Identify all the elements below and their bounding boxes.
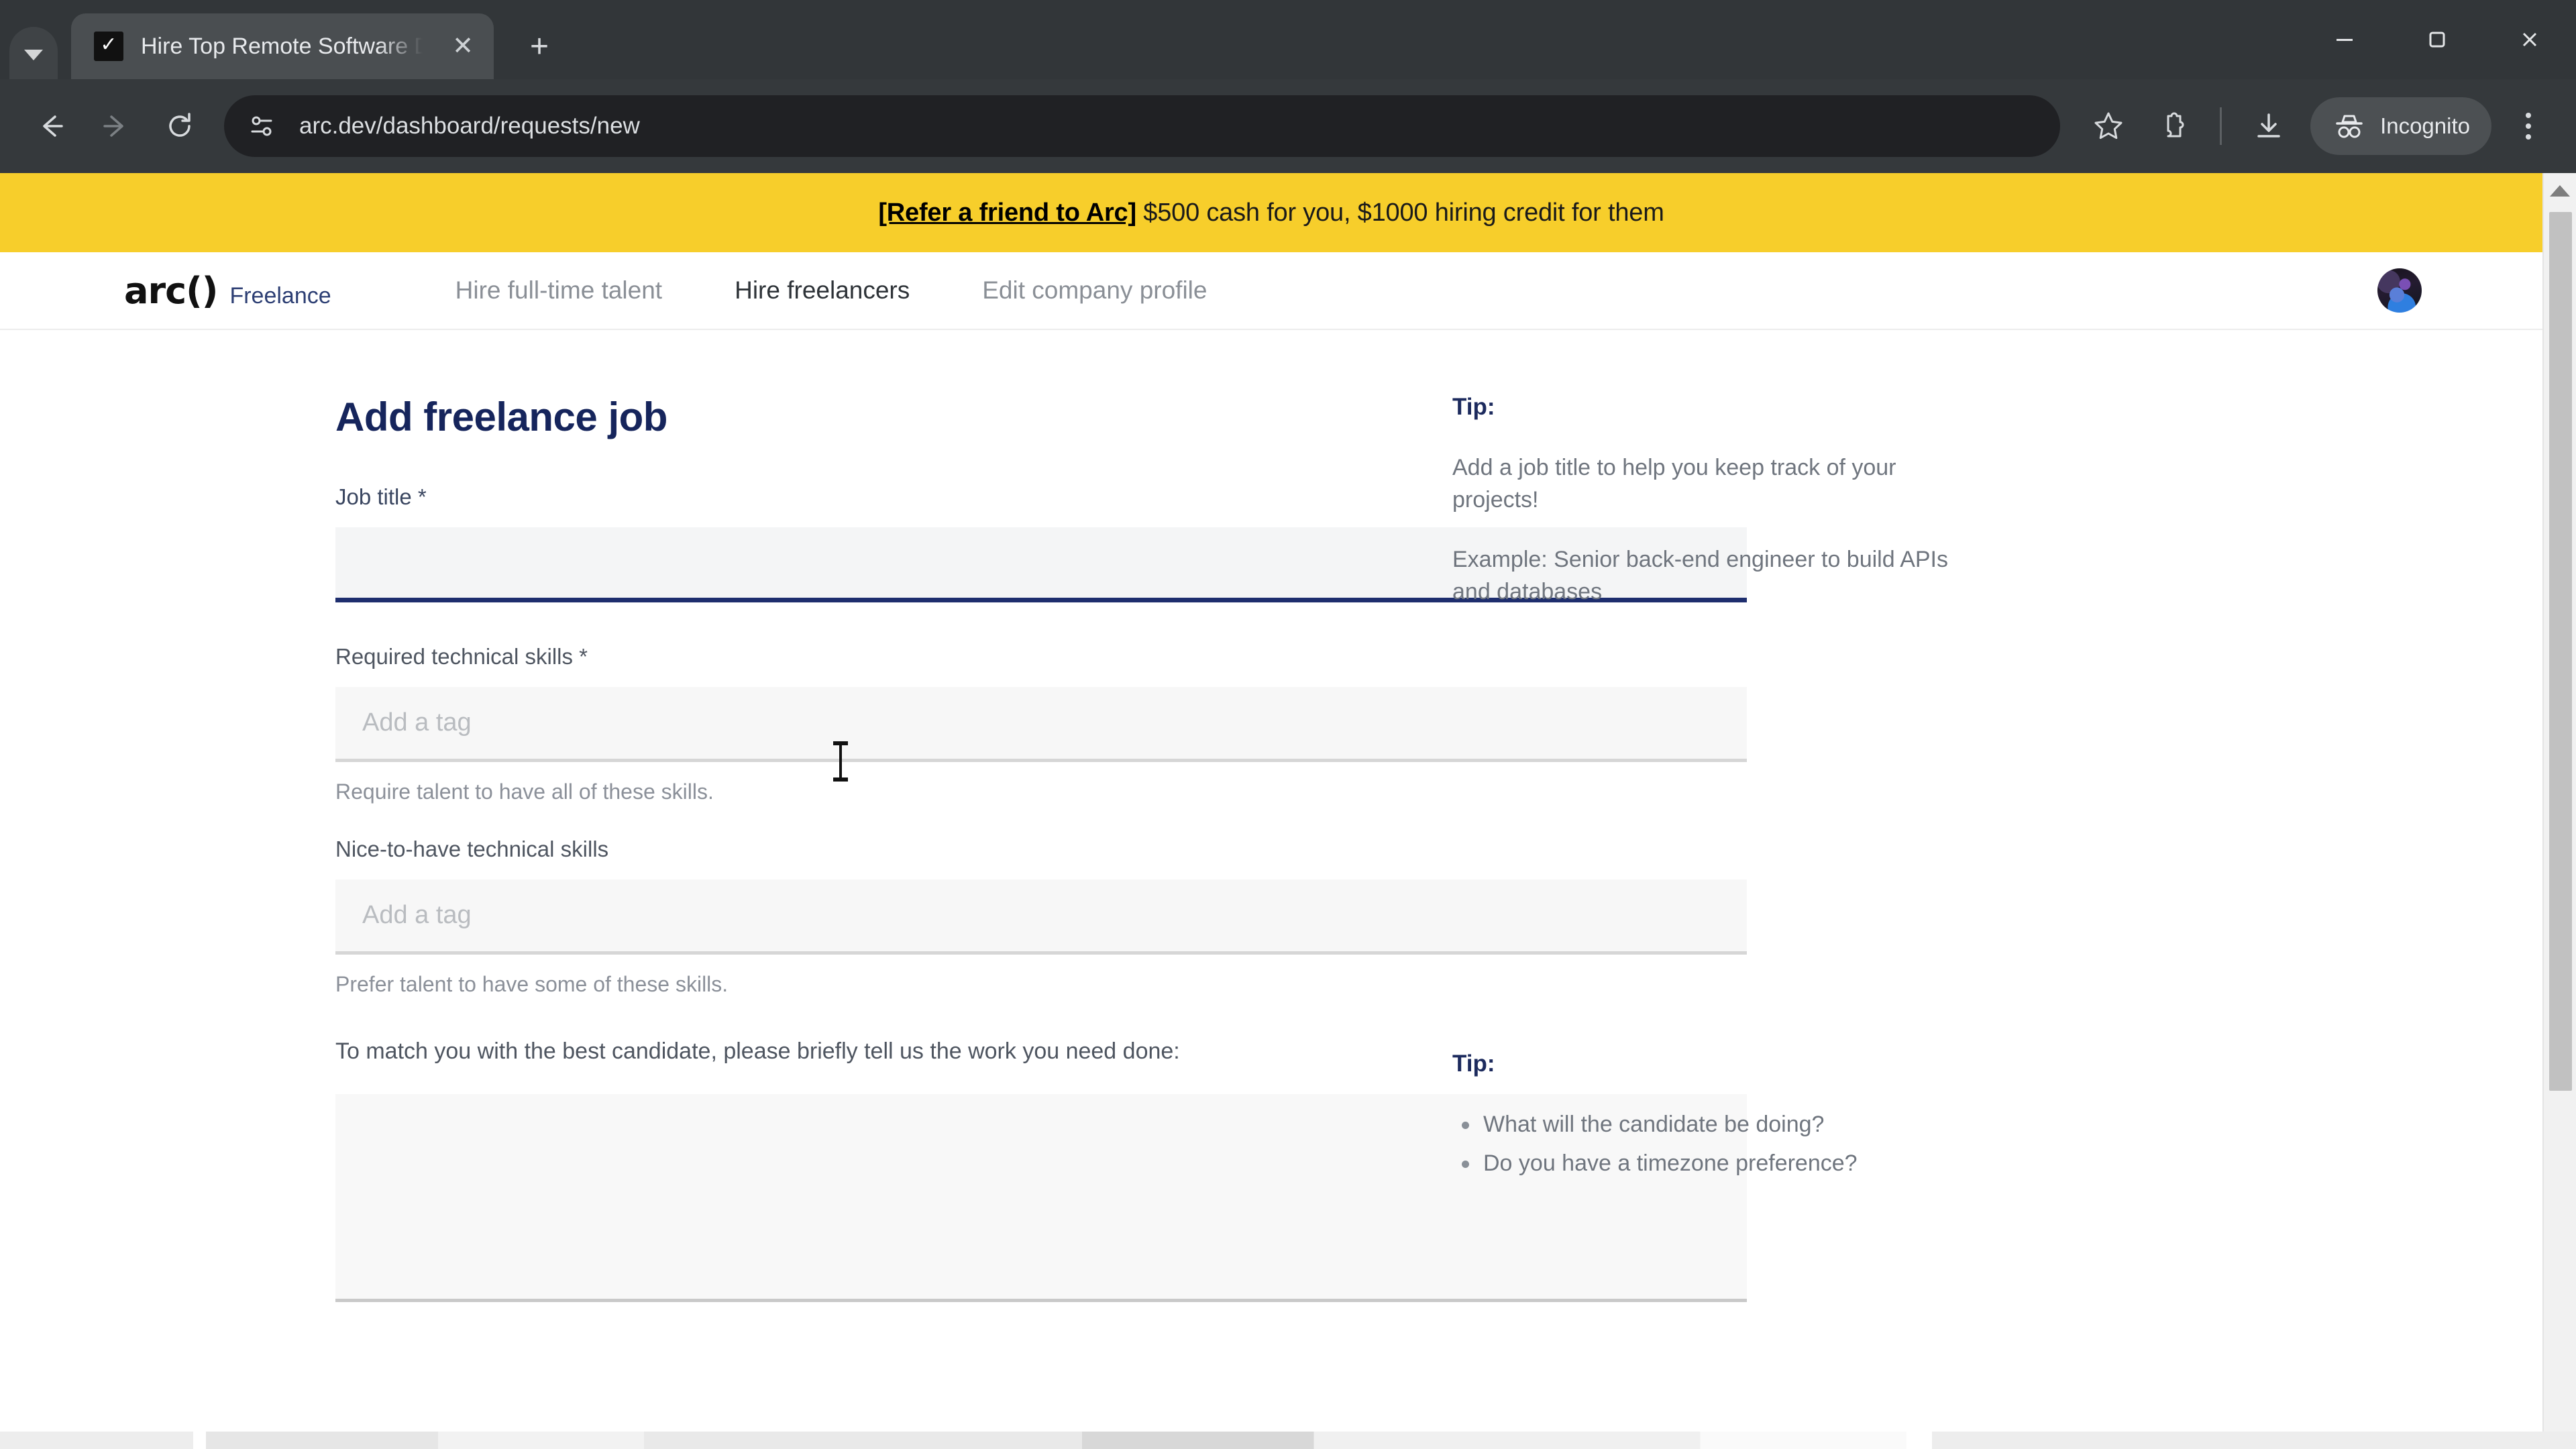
- url-text: arc.dev/dashboard/requests/new: [299, 113, 640, 139]
- tip-bullet: What will the candidate be doing?: [1452, 1108, 1962, 1140]
- tips-column: Tip: Add a job title to help you keep tr…: [1412, 394, 1962, 1302]
- required-skills-label: Required technical skills *: [335, 644, 588, 669]
- extensions-puzzle-icon[interactable]: [2141, 94, 2205, 158]
- referral-banner[interactable]: [Refer a friend to Arc] $500 cash for yo…: [0, 173, 2542, 252]
- tip-bullet-list: What will the candidate be doing? Do you…: [1452, 1108, 1962, 1180]
- field-required-skills: Required technical skills * Add a tag Re…: [335, 644, 1747, 804]
- tab-search-button[interactable]: [9, 27, 58, 79]
- tips-spacer: [1452, 608, 1962, 1051]
- field-job-title: Job title *: [335, 484, 1747, 602]
- avatar[interactable]: [2377, 268, 2422, 313]
- toolbar-divider: [2220, 107, 2222, 145]
- favicon: ✓: [94, 32, 123, 61]
- page-title: Add freelance job: [335, 394, 667, 439]
- address-bar[interactable]: arc.dev/dashboard/requests/new: [224, 95, 2061, 157]
- favicon-check-icon: ✓: [100, 34, 117, 56]
- tip-paragraph: Example: Senior back-end engineer to bui…: [1452, 546, 1949, 604]
- refer-a-friend-link[interactable]: [Refer a friend to Arc]: [878, 199, 1136, 227]
- new-tab-button[interactable]: +: [511, 19, 568, 75]
- page-scrollbar[interactable]: [2542, 173, 2576, 1449]
- reload-button[interactable]: [148, 94, 212, 158]
- page-viewport: [Refer a friend to Arc] $500 cash for yo…: [0, 173, 2576, 1449]
- browser-menu-button[interactable]: [2500, 97, 2557, 155]
- maximize-button[interactable]: [2391, 0, 2483, 79]
- form-column: Add freelance job Job title * Required t…: [0, 394, 1747, 1302]
- bookmark-star-icon[interactable]: [2076, 94, 2141, 158]
- site-navigation: arc() Freelance Hire full-time talent Hi…: [0, 252, 2542, 330]
- kebab-dot: [2526, 123, 2531, 129]
- tip-block-description: Tip: What will the candidate be doing? D…: [1452, 1051, 1962, 1180]
- nav-edit-company-profile[interactable]: Edit company profile: [982, 276, 1207, 305]
- arc-logo-text: arc(): [124, 269, 218, 312]
- job-description-prompt: To match you with the best candidate, pl…: [335, 1038, 1180, 1064]
- site-settings-icon[interactable]: [247, 111, 276, 141]
- kebab-dot: [2526, 113, 2531, 118]
- referral-banner-detail: $500 cash for you, $1000 hiring credit f…: [1136, 198, 1664, 227]
- close-window-button[interactable]: [2483, 0, 2576, 79]
- nav-hire-freelancers[interactable]: Hire freelancers: [735, 276, 910, 305]
- incognito-hat-icon: [2336, 115, 2363, 138]
- incognito-label: Incognito: [2380, 113, 2470, 138]
- nice-to-have-skills-placeholder: Add a tag: [362, 901, 472, 929]
- downloads-icon[interactable]: [2237, 94, 2301, 158]
- taskbar-strip: [0, 1432, 2576, 1449]
- job-title-label: Job title *: [335, 484, 427, 509]
- back-button[interactable]: [19, 94, 83, 158]
- tip-heading: Tip:: [1452, 394, 1495, 420]
- page-content: Add freelance job Job title * Required t…: [0, 330, 2542, 1302]
- tab-strip: ✓ Hire Top Remote Software Deve ✕ +: [0, 0, 2576, 79]
- minimize-button[interactable]: [2298, 0, 2391, 79]
- browser-toolbar: arc.dev/dashboard/requests/new Incognito: [0, 79, 2576, 173]
- tip-paragraph: Add a job title to help you keep track o…: [1452, 455, 1896, 513]
- nav-links: Hire full-time talent Hire freelancers E…: [455, 276, 1208, 305]
- required-skills-placeholder: Add a tag: [362, 708, 472, 737]
- tab-close-button[interactable]: ✕: [445, 29, 480, 64]
- window-controls: [2298, 0, 2576, 79]
- field-job-description: To match you with the best candidate, pl…: [335, 1038, 1747, 1302]
- tip-block-job-title: Tip: Add a job title to help you keep tr…: [1452, 394, 1962, 608]
- forward-button[interactable]: [83, 94, 148, 158]
- nav-hire-full-time-talent[interactable]: Hire full-time talent: [455, 276, 662, 305]
- scroll-up-arrow-icon[interactable]: [2544, 173, 2576, 208]
- required-skills-helper: Require talent to have all of these skil…: [335, 780, 714, 804]
- tip-bullet: Do you have a timezone preference?: [1452, 1147, 1962, 1179]
- nice-to-have-skills-helper: Prefer talent to have some of these skil…: [335, 972, 729, 996]
- tip-heading: Tip:: [1452, 1051, 1495, 1077]
- brand-logo[interactable]: arc() Freelance: [124, 270, 331, 312]
- scrollbar-thumb[interactable]: [2549, 212, 2572, 1091]
- toolbar-actions: Incognito: [2076, 94, 2557, 158]
- field-nice-to-have-skills: Nice-to-have technical skills Add a tag …: [335, 837, 1747, 997]
- referral-banner-text: [Refer a friend to Arc] $500 cash for yo…: [878, 199, 1664, 227]
- chevron-down-icon: [24, 50, 43, 60]
- incognito-indicator[interactable]: Incognito: [2310, 97, 2491, 155]
- web-page: [Refer a friend to Arc] $500 cash for yo…: [0, 173, 2542, 1449]
- browser-tab[interactable]: ✓ Hire Top Remote Software Deve ✕: [71, 13, 494, 79]
- brand-subtitle: Freelance: [229, 282, 331, 309]
- kebab-dot: [2526, 134, 2531, 140]
- tab-title: Hire Top Remote Software Deve: [141, 33, 423, 59]
- nice-to-have-skills-label: Nice-to-have technical skills: [335, 837, 609, 861]
- browser-window: ✓ Hire Top Remote Software Deve ✕ +: [0, 0, 2576, 1449]
